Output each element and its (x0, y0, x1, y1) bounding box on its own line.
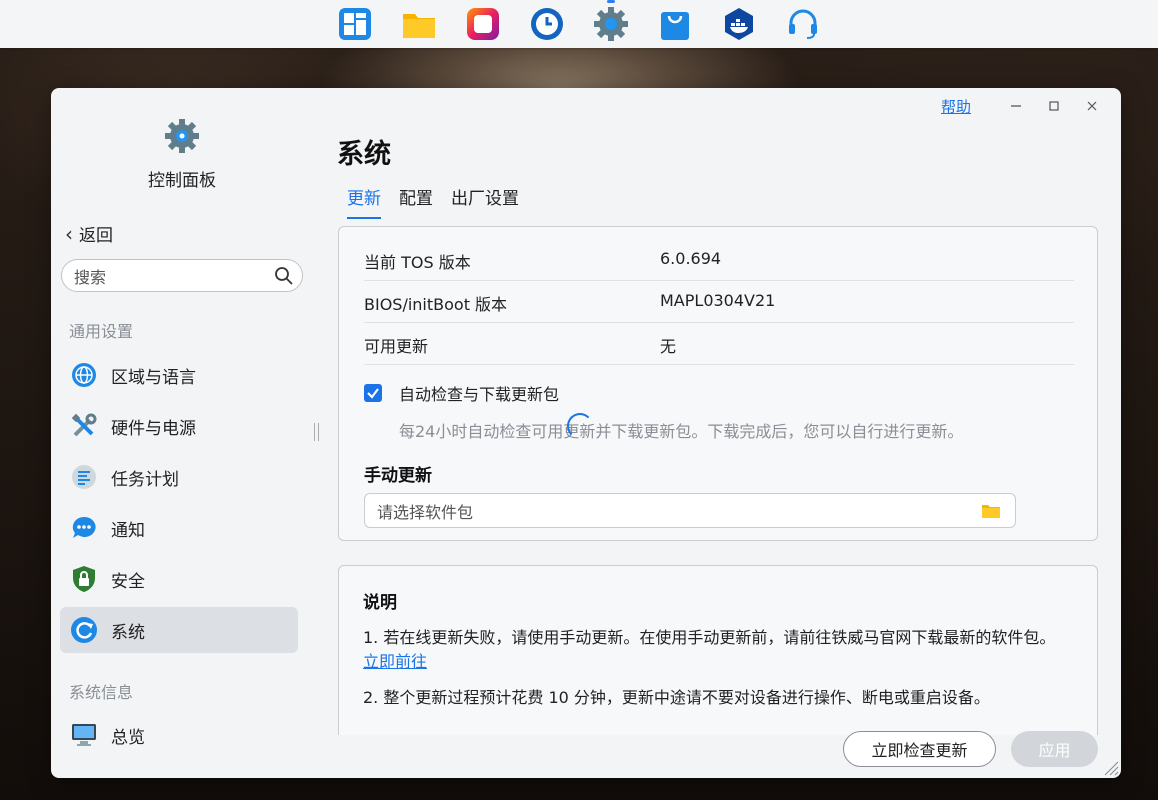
notes-panel: 说明 1. 若在线更新失败，请使用手动更新。在使用手动更新前，请前往铁威马官网下… (338, 565, 1098, 735)
search-icon[interactable] (274, 266, 294, 286)
auto-check-description: 每24小时自动检查可用更新并下载更新包。下载完成后，您可以自行进行更新。 (399, 422, 964, 441)
minimize-icon (1011, 105, 1021, 107)
picture-icon[interactable] (465, 6, 501, 42)
close-button[interactable] (1077, 94, 1107, 118)
tab-update[interactable]: 更新 (347, 184, 381, 219)
note-item-2: 2. 整个更新过程预计花费 10 分钟，更新中途请不要对设备进行操作、断电或重启… (363, 688, 990, 707)
info-row-available-update: 可用更新 无 (364, 322, 1074, 365)
tab-bar: 更新 配置 出厂设置 (347, 184, 537, 219)
sidebar-item-label: 任务计划 (111, 469, 179, 490)
sidebar-item-label: 总览 (111, 727, 145, 748)
taskbar (0, 0, 1158, 48)
sidebar-title: 控制面板 (148, 171, 216, 191)
section-info-heading: 系统信息 (69, 683, 134, 702)
support-icon[interactable] (785, 6, 821, 42)
checkmark-icon (367, 388, 379, 399)
info-key: BIOS/initBoot 版本 (364, 295, 508, 314)
chat-icon (69, 513, 99, 543)
sidebar-item-label: 通知 (111, 520, 145, 541)
control-panel-gear-icon (165, 119, 199, 153)
search-input[interactable] (72, 265, 276, 289)
docker-icon[interactable] (721, 6, 757, 42)
sidebar-item-label: 安全 (111, 571, 145, 592)
info-row-bios-version: BIOS/initBoot 版本 MAPL0304V21 (364, 280, 1074, 323)
note-item-1: 1. 若在线更新失败，请使用手动更新。在使用手动更新前，请前往铁威马官网下载最新… (363, 626, 1063, 674)
shield-icon (69, 564, 99, 594)
task-icon (69, 462, 99, 492)
loading-spinner-icon (567, 413, 593, 439)
package-file-field (364, 493, 1016, 528)
info-row-tos-version: 当前 TOS 版本 6.0.694 (364, 238, 1074, 281)
page-title: 系统 (337, 139, 391, 170)
info-value: 无 (660, 337, 677, 356)
control-panel-window: 帮助 控制面板 ‹ 返回 通用设置 区域与语言 (51, 88, 1121, 778)
back-label: 返回 (79, 226, 113, 246)
sidebar-item-label: 硬件与电源 (111, 418, 196, 439)
info-value: 6.0.694 (660, 249, 722, 268)
tab-config[interactable]: 配置 (399, 184, 433, 219)
sidebar-header: 控制面板 (51, 118, 313, 191)
active-app-indicator (607, 0, 615, 3)
file-manager-icon[interactable] (401, 6, 437, 42)
window-resize-handle-icon[interactable] (1101, 758, 1119, 776)
system-update-icon (69, 615, 99, 645)
shop-icon[interactable] (657, 6, 693, 42)
back-button[interactable]: ‹ 返回 (65, 221, 113, 247)
backup-icon[interactable] (529, 6, 565, 42)
update-panel: 当前 TOS 版本 6.0.694 BIOS/initBoot 版本 MAPL0… (338, 226, 1098, 541)
section-general-heading: 通用设置 (69, 322, 134, 341)
sidebar-item-system[interactable]: 系统 (60, 607, 298, 653)
sidebar-item-label: 区域与语言 (111, 367, 196, 388)
sidebar-resize-handle[interactable] (314, 423, 319, 441)
sidebar-item-hardware-power[interactable]: 硬件与电源 (60, 403, 298, 449)
help-link[interactable]: 帮助 (941, 96, 971, 117)
chevron-left-icon: ‹ (65, 221, 73, 246)
globe-icon (69, 360, 99, 390)
search-box (61, 259, 303, 292)
tools-icon (69, 411, 99, 441)
go-now-link[interactable]: 立即前往 (363, 652, 427, 671)
maximize-icon (1049, 101, 1059, 111)
monitor-icon (69, 720, 99, 750)
maximize-button[interactable] (1039, 94, 1069, 118)
minimize-button[interactable] (1001, 94, 1031, 118)
tab-factory-reset[interactable]: 出厂设置 (451, 184, 519, 219)
info-key: 可用更新 (364, 337, 429, 356)
apply-button[interactable]: 应用 (1011, 731, 1098, 767)
sidebar-item-task-scheduler[interactable]: 任务计划 (60, 454, 298, 500)
auto-check-label: 自动检查与下载更新包 (399, 385, 560, 404)
sidebar-item-security[interactable]: 安全 (60, 556, 298, 602)
sidebar-item-overview[interactable]: 总览 (60, 712, 298, 758)
sidebar-item-region-language[interactable]: 区域与语言 (60, 352, 298, 398)
close-icon (1087, 101, 1097, 111)
app-store-icon[interactable] (337, 6, 373, 42)
note-1-text: 1. 若在线更新失败，请使用手动更新。在使用手动更新前，请前往铁威马官网下载最新… (363, 628, 1056, 647)
notes-heading: 说明 (363, 593, 397, 613)
sidebar-item-notification[interactable]: 通知 (60, 505, 298, 551)
window-controls: 帮助 (941, 94, 1107, 118)
folder-icon[interactable] (981, 503, 1001, 519)
manual-update-heading: 手动更新 (364, 466, 432, 486)
check-update-button[interactable]: 立即检查更新 (843, 731, 996, 767)
sidebar: 控制面板 ‹ 返回 通用设置 区域与语言 硬件与电源 任务计划 通知 (51, 88, 313, 778)
package-file-input[interactable] (375, 500, 959, 524)
control-panel-icon[interactable] (593, 0, 629, 42)
sidebar-item-label: 系统 (111, 622, 145, 643)
info-value: MAPL0304V21 (660, 291, 776, 310)
auto-check-checkbox[interactable] (364, 384, 382, 402)
info-key: 当前 TOS 版本 (364, 253, 471, 272)
